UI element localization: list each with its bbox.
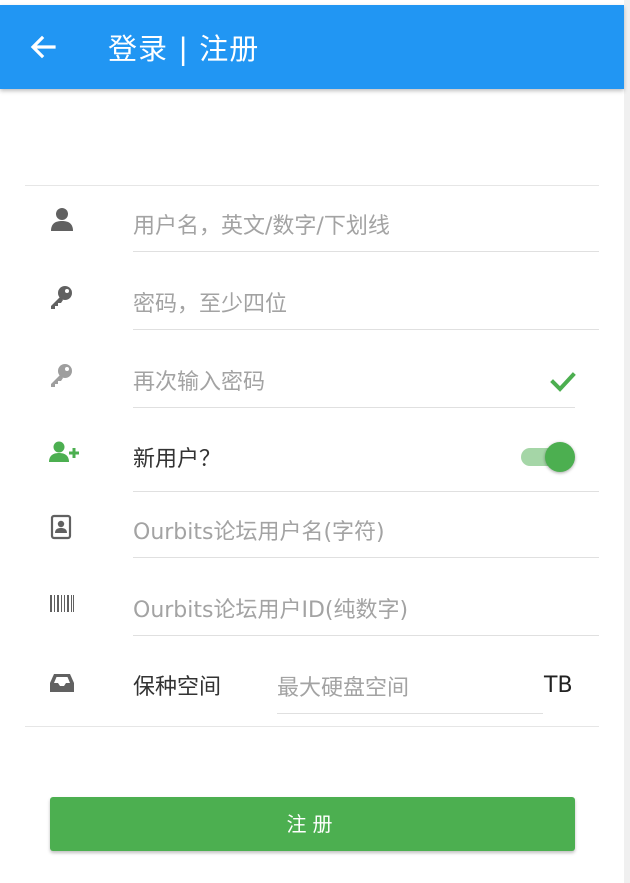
user-plus-icon — [49, 440, 81, 466]
username-field[interactable] — [133, 202, 599, 252]
forum-user-id-field[interactable] — [133, 586, 599, 636]
seed-space-field[interactable] — [277, 664, 543, 714]
divider — [133, 491, 599, 492]
register-form: 新用户？ — [25, 185, 599, 727]
new-user-label: 新用户？ — [133, 447, 222, 472]
register-screen: 登录 | 注册 用户名，英文/数字/下划线 新用户？ Ourbits论坛用户名(… — [0, 0, 630, 883]
password-input[interactable] — [133, 280, 599, 328]
seed-space-input[interactable] — [277, 664, 543, 712]
toggle-thumb — [545, 442, 575, 472]
user-icon — [49, 206, 75, 232]
username-input[interactable] — [133, 202, 599, 250]
inbox-icon — [49, 670, 75, 696]
confirm-password-field[interactable] — [133, 358, 575, 408]
forum-username-field[interactable] — [133, 508, 599, 558]
app-bar: 登录 | 注册 — [0, 5, 624, 89]
forum-user-id-input[interactable] — [133, 586, 599, 634]
key-icon — [49, 284, 75, 310]
new-user-toggle[interactable] — [519, 440, 577, 472]
back-button[interactable] — [22, 25, 66, 69]
password-field[interactable] — [133, 280, 599, 330]
barcode-icon — [49, 592, 75, 618]
seed-space-label: 保种空间 — [133, 675, 222, 700]
page-title: 登录 | 注册 — [108, 32, 260, 66]
confirm-password-input[interactable] — [133, 358, 575, 406]
unit-label: TB — [544, 673, 573, 698]
arrow-left-icon — [30, 35, 56, 59]
forum-username-input[interactable] — [133, 508, 599, 556]
check-icon — [549, 368, 577, 396]
register-button[interactable]: 注册 — [50, 797, 575, 851]
id-card-icon — [49, 514, 75, 540]
key-icon — [49, 362, 75, 388]
